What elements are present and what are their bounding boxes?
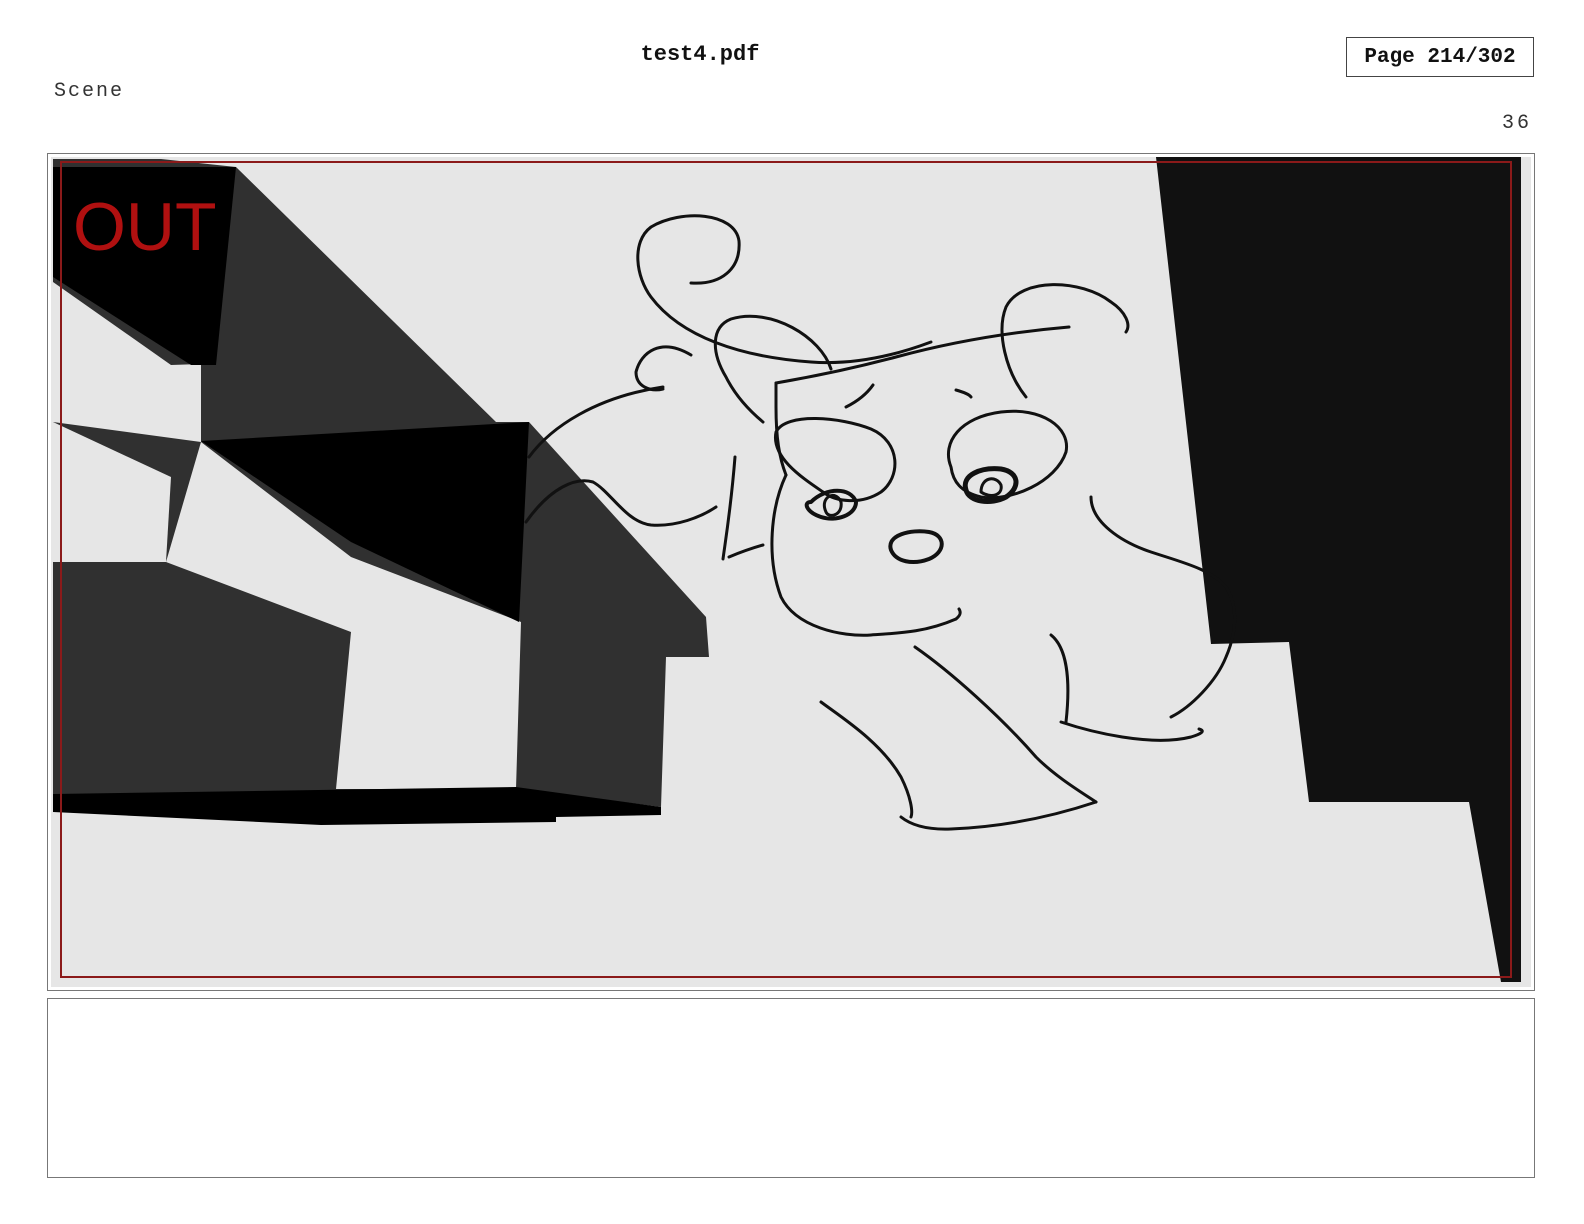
storyboard-panel: OUT [47, 153, 1535, 991]
panel-notes-box[interactable] [47, 998, 1535, 1178]
panel-artwork: OUT [51, 157, 1531, 987]
document-title: test4.pdf [640, 42, 760, 67]
panel-number: 36 [1501, 112, 1532, 135]
page-indicator: Page 214/302 [1346, 37, 1534, 77]
panel-notes-text [48, 999, 1534, 1019]
scene-label: Scene [54, 80, 125, 103]
out-overlay-label: OUT [73, 189, 217, 265]
